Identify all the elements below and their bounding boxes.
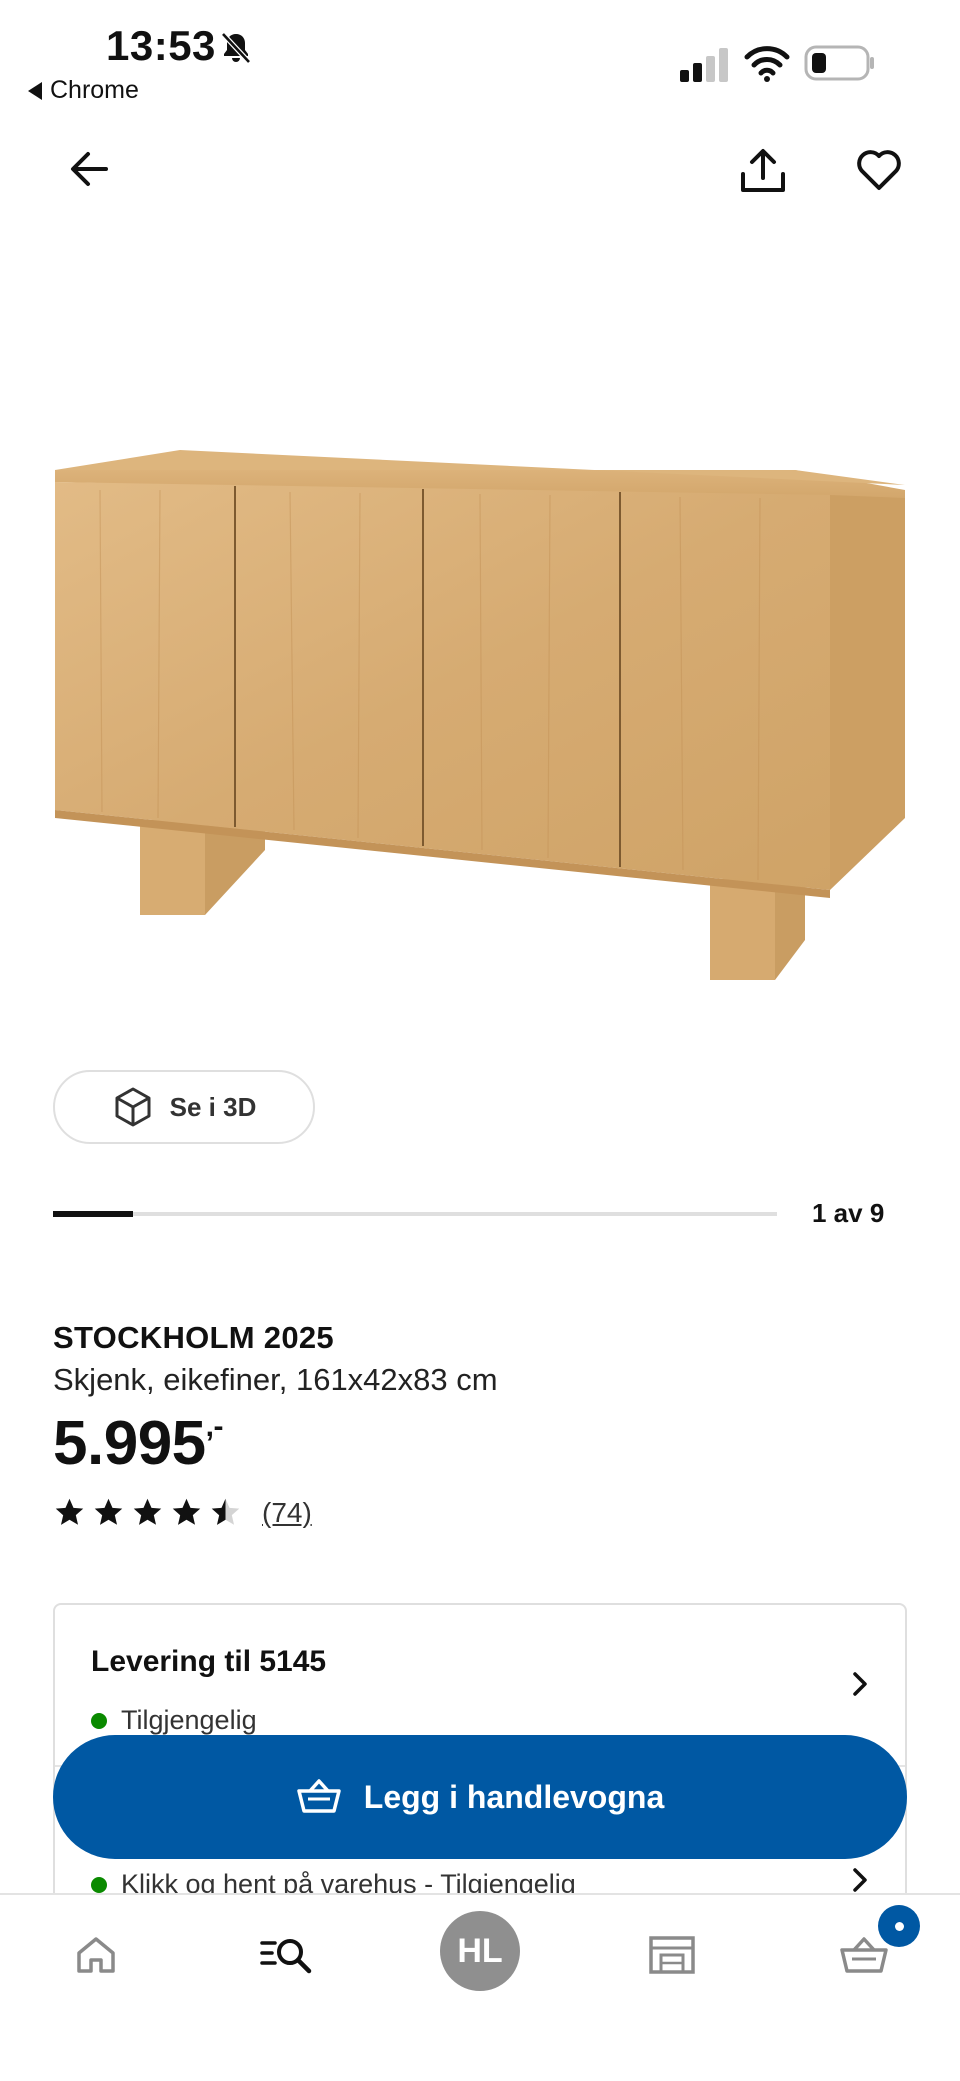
arrow-left-icon[interactable] bbox=[66, 146, 112, 192]
cart-badge-dot bbox=[894, 1921, 904, 1931]
product-price: 5.995 ,- bbox=[53, 1408, 223, 1479]
add-to-cart-label: Legg i handlevogna bbox=[363, 1778, 665, 1815]
half-star-icon bbox=[211, 1498, 240, 1525]
chevron-right-icon[interactable] bbox=[845, 1669, 875, 1699]
chevron-right-icon[interactable] bbox=[845, 1865, 875, 1895]
back-app-label: Chrome bbox=[50, 76, 139, 104]
battery-icon bbox=[804, 45, 874, 81]
signal-icon bbox=[680, 48, 728, 82]
tab-home[interactable] bbox=[66, 1925, 126, 1985]
available-dot-icon bbox=[91, 1712, 107, 1729]
gallery-position: 1 av 9 bbox=[812, 1198, 885, 1228]
star-icon bbox=[133, 1498, 162, 1525]
delivery-status: Tilgjengelig bbox=[91, 1705, 257, 1736]
price-suffix: ,- bbox=[205, 1410, 224, 1443]
back-to-app-link[interactable]: Chrome bbox=[28, 76, 139, 105]
delivery-status-text: Tilgjengelig bbox=[121, 1705, 257, 1735]
reviews-link[interactable]: (74) bbox=[262, 1497, 312, 1529]
product-name: STOCKHOLM 2025 bbox=[53, 1320, 334, 1355]
product-rating[interactable]: (74) bbox=[53, 1496, 312, 1529]
heart-icon[interactable] bbox=[855, 146, 903, 192]
gallery-progress-fill bbox=[53, 1211, 134, 1217]
tab-stores[interactable] bbox=[642, 1925, 702, 1985]
gallery-progress bbox=[53, 1211, 777, 1217]
star-icon bbox=[172, 1498, 201, 1525]
star-icon bbox=[94, 1498, 123, 1525]
bell-slash-icon bbox=[221, 32, 251, 64]
back-triangle-icon bbox=[28, 81, 42, 100]
status-time: 13:53 bbox=[106, 22, 216, 69]
available-dot-icon bbox=[91, 1876, 107, 1893]
product-description: Skjenk, eikefiner, 161x42x83 cm bbox=[53, 1362, 498, 1397]
add-to-cart-button[interactable]: Legg i handlevogna bbox=[53, 1735, 907, 1859]
bottom-nav: HL bbox=[0, 1893, 960, 2081]
tab-search[interactable] bbox=[256, 1925, 316, 1985]
price-value: 5.995 bbox=[53, 1409, 206, 1478]
store-icon bbox=[649, 1936, 695, 1974]
search-list-icon bbox=[260, 1939, 312, 1974]
cart-icon bbox=[840, 1937, 888, 1973]
share-icon[interactable] bbox=[738, 146, 788, 196]
star-icon bbox=[55, 1498, 84, 1525]
status-bar: 13:53 Chrome bbox=[0, 0, 960, 120]
basket-icon bbox=[297, 1779, 341, 1813]
product-image[interactable] bbox=[40, 420, 920, 1000]
view-3d-button[interactable]: Se i 3D bbox=[53, 1070, 315, 1144]
cube-3d-icon bbox=[115, 1087, 151, 1127]
cart-badge bbox=[878, 1905, 920, 1947]
home-icon bbox=[77, 1937, 115, 1973]
delivery-title: Levering til 5145 bbox=[91, 1645, 327, 1678]
avatar[interactable]: HL bbox=[440, 1911, 520, 1991]
wifi-icon bbox=[744, 46, 790, 82]
view-3d-label: Se i 3D bbox=[169, 1091, 257, 1122]
